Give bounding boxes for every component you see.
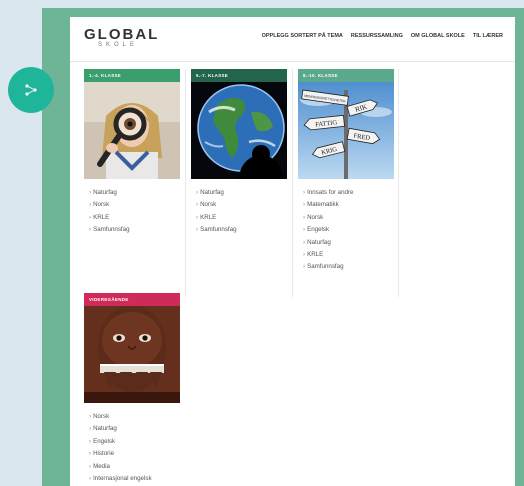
chevron-right-icon: › [303,189,306,196]
card-8-10-klasse: 8.-10. KLASSE MENNESKERETTIGHETER RIK FA… [298,69,394,274]
subject-link-label: Media [93,462,110,470]
chevron-right-icon: › [303,250,306,258]
nav-item-til-laerer[interactable]: TIL LÆRER [473,33,503,39]
subject-link-label: Engelsk [307,226,330,234]
subject-link[interactable]: › Historie [89,448,180,460]
card-heading[interactable]: 1.-4. KLASSE [84,69,180,82]
card-heading[interactable]: VIDEREGÅENDE [84,293,180,306]
chevron-right-icon: › [89,425,92,433]
global-skole-logo[interactable]: GLOBAL SKOLE [84,26,159,48]
subject-link[interactable]: › Internasjonal engelsk [89,473,180,485]
subject-list: › Naturfag › Norsk › KRLE › Samfunnsfag [191,179,287,237]
subject-link[interactable]: › Naturfag [89,423,180,435]
subject-link-label: Naturfag [200,189,224,196]
subject-link[interactable]: › Innsats for andre [303,187,394,199]
subject-link-label: KRLE [200,213,217,221]
subject-link[interactable]: › Engelsk [89,436,180,448]
subject-link[interactable]: › Samfunnsfag [303,261,394,273]
subject-link-label: KRLE [93,213,110,221]
column-separator [292,69,293,297]
chevron-right-icon: › [303,213,306,221]
subject-link[interactable]: › Naturfag [303,237,394,249]
subject-link[interactable]: › Naturfag [196,187,287,199]
chevron-right-icon: › [196,189,199,196]
chevron-right-icon: › [89,226,92,234]
subject-list: › Innsats for andre › Matematikk › Norsk › E… [298,179,394,274]
signpost-image[interactable]: MENNESKERETTIGHETER RIK FATTIG FRED KRIG [298,82,394,179]
card-heading[interactable]: 5.-7. KLASSE [191,69,287,82]
chevron-right-icon: › [303,238,306,246]
subject-link[interactable]: › Samfunnsfag [89,224,180,236]
subject-link-label: Norsk [307,213,324,221]
subject-link-label: Samfunnsfag [307,263,344,271]
card-videregaende: VIDEREGÅENDE › Norsk › Naturfag › Engels… [84,293,180,485]
subject-link[interactable]: › KRLE [196,212,287,224]
subject-link-label: Norsk [93,413,110,420]
subject-link[interactable]: › Norsk [89,411,180,423]
subject-link-label: Matematikk [307,201,339,209]
subject-link-label: Naturfag [93,189,117,196]
website-page: GLOBAL SKOLE OPPLEGG SORTERT PÅ TEMA RES… [70,17,515,486]
subject-link[interactable]: › Media [89,461,180,473]
column-separator [398,69,399,297]
subject-link[interactable]: › Norsk [89,199,180,211]
subject-link-label: KRLE [307,250,324,258]
subject-link-label: Naturfag [307,238,331,246]
chevron-right-icon: › [89,201,92,209]
child-portrait-image[interactable] [84,306,180,403]
subject-link-label: Engelsk [93,437,116,445]
card-5-7-klasse: 5.-7. KLASSE › Naturfag › Norsk › KRLE › Sam… [191,69,287,237]
chevron-right-icon: › [89,189,92,196]
logo-main-text: GLOBAL [84,26,160,43]
nav-item-om-global-skole[interactable]: OM GLOBAL SKOLE [411,33,465,39]
chevron-right-icon: › [303,226,306,234]
child-magnifier-image[interactable] [84,82,180,179]
subject-link-label: Samfunnsfag [93,226,130,234]
chevron-right-icon: › [196,226,199,234]
chevron-right-icon: › [303,263,306,271]
subject-list: › Naturfag › Norsk › KRLE › Samfunnsfag [84,179,180,237]
chevron-right-icon: › [196,213,199,221]
site-header: GLOBAL SKOLE OPPLEGG SORTERT PÅ TEMA RES… [70,17,515,62]
chevron-right-icon: › [89,474,92,482]
globe-image[interactable] [191,82,287,179]
subject-link[interactable]: › Engelsk [303,224,394,236]
subject-link-label: Innsats for andre [307,189,354,196]
card-heading[interactable]: 8.-10. KLASSE [298,69,394,82]
subject-link[interactable]: › KRLE [303,249,394,261]
chevron-right-icon: › [89,437,92,445]
subject-link-label: Naturfag [93,425,117,433]
subject-link-label: Norsk [93,201,110,209]
subject-link-label: Historie [93,450,115,458]
chevron-right-icon: › [89,413,92,420]
share-icon [25,84,37,96]
chevron-right-icon: › [303,201,306,209]
subject-link-label: Internasjonal engelsk [93,474,152,482]
share-button[interactable] [8,67,54,113]
subject-link[interactable]: › Norsk [196,199,287,211]
card-1-4-klasse: 1.-4. KLASSE › Naturfag › Norsk › KRLE › Sa [84,69,180,237]
column-separator [185,69,186,297]
chevron-right-icon: › [196,201,199,209]
subject-link-label: Samfunnsfag [200,226,237,234]
chevron-right-icon: › [89,450,92,458]
subject-link[interactable]: › Matematikk [303,199,394,211]
subject-list: › Norsk › Naturfag › Engelsk › Historie › Med… [84,403,180,485]
chevron-right-icon: › [89,462,92,470]
chevron-right-icon: › [89,213,92,221]
subject-link[interactable]: › KRLE [89,212,180,224]
nav-item-tema[interactable]: OPPLEGG SORTERT PÅ TEMA [262,33,343,39]
subject-link[interactable]: › Norsk [303,212,394,224]
nav-item-ressurssamling[interactable]: RESSURSSAMLING [351,33,403,39]
subject-link[interactable]: › Naturfag [89,187,180,199]
subject-link-label: Norsk [200,201,217,209]
subject-link[interactable]: › Samfunnsfag [196,224,287,236]
main-nav: OPPLEGG SORTERT PÅ TEMA RESSURSSAMLING O… [262,33,503,39]
